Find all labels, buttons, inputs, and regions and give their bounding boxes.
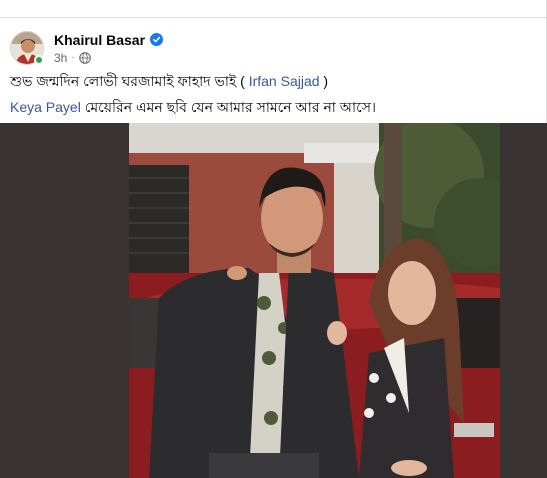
post-text-1: শুভ জন্মদিন লোভী ঘরজামাই ফাহাদ ভাই ( bbox=[10, 73, 249, 89]
photo-container[interactable] bbox=[0, 123, 547, 478]
post-subline: 3h · bbox=[54, 51, 163, 65]
post-header: Khairul Basar 3h · bbox=[10, 28, 164, 68]
mention-irfan-sajjad[interactable]: Irfan Sajjad bbox=[249, 73, 320, 89]
post-meta: Khairul Basar 3h · bbox=[54, 32, 164, 65]
post-timestamp[interactable]: 3h bbox=[54, 51, 67, 65]
globe-icon[interactable] bbox=[78, 51, 91, 64]
verified-badge-icon bbox=[150, 33, 164, 46]
author-row: Khairul Basar bbox=[54, 32, 164, 48]
post-text-line-1: শুভ জন্মদিন লোভী ঘরজামাই ফাহাদ ভাই ( Irf… bbox=[10, 70, 328, 94]
post-text-2: মেয়েরিন এমন ছবি যেন আমার সামনে আর না আস… bbox=[80, 99, 376, 115]
post-text-line-2: Keya Payel মেয়েরিন এমন ছবি যেন আমার সাম… bbox=[10, 96, 376, 120]
meta-separator: · bbox=[71, 52, 75, 63]
top-divider bbox=[0, 17, 547, 18]
online-status-icon bbox=[34, 55, 44, 65]
post-photo[interactable] bbox=[129, 123, 500, 478]
post-text-1-close: ) bbox=[319, 73, 329, 89]
facebook-post: Khairul Basar 3h · শুভ জন্মদিন লোভী ঘরজা… bbox=[0, 0, 547, 478]
author-name[interactable]: Khairul Basar bbox=[54, 32, 145, 48]
mention-keya-payel[interactable]: Keya Payel bbox=[10, 99, 81, 115]
